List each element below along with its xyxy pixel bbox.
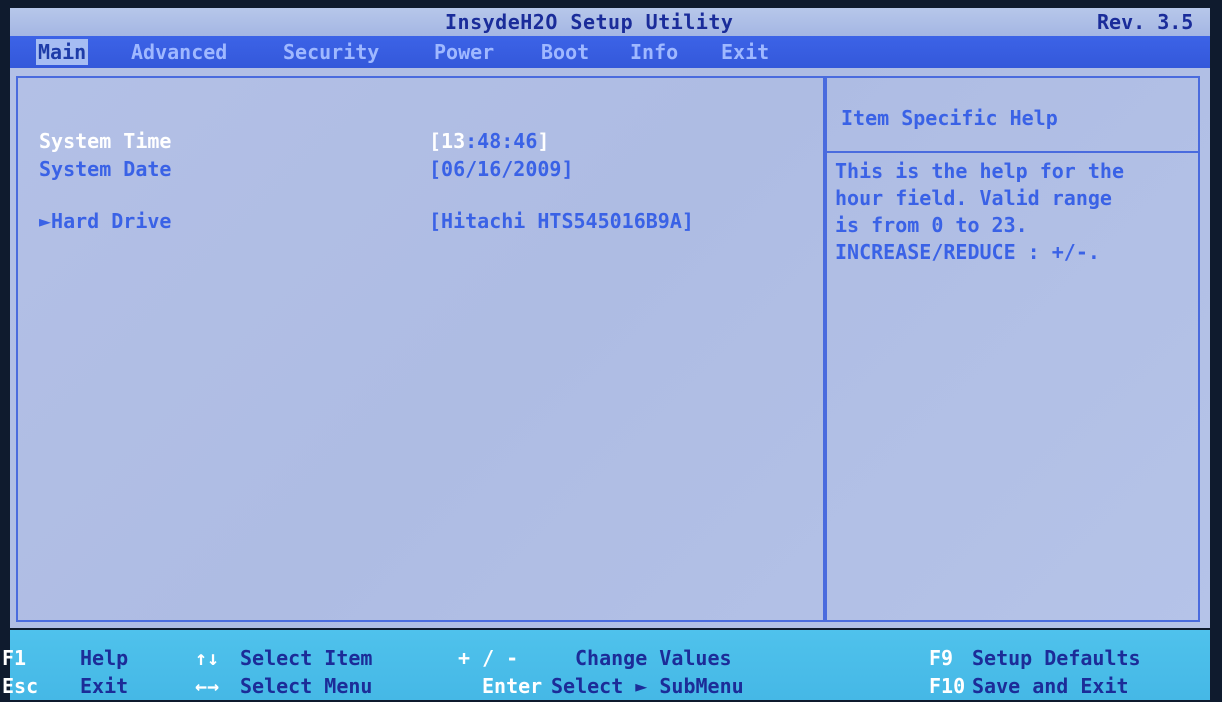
f9-key: F9 [929, 646, 954, 670]
system-time-bracket-open: [ [429, 129, 442, 153]
arrows-left-right-icon: ←→ [195, 674, 220, 698]
system-time-label[interactable]: System Time [39, 129, 171, 153]
system-time-bracket-close: ] [537, 129, 550, 153]
tab-info[interactable]: Info [630, 39, 678, 65]
help-key-desc: Help [80, 646, 129, 670]
help-panel: Item Specific Help This is the help for … [825, 76, 1200, 622]
system-date-value[interactable]: [06/16/2009] [429, 157, 574, 181]
f1-key: F1 [2, 646, 27, 670]
exit-key-desc: Exit [80, 674, 129, 698]
app-title: InsydeH2O Setup Utility [445, 10, 734, 34]
main-area: System Time [13:48:46] System Date [06/1… [10, 68, 1210, 628]
footer-keys: F1 Help Esc Exit ↑↓ Select Item ←→ Selec… [2, 630, 1210, 700]
arrows-up-down-icon: ↑↓ [195, 646, 220, 670]
enter-key: Enter [482, 674, 543, 698]
select-item-desc: Select Item [240, 646, 373, 670]
revision-label: Rev. 3.5 [1097, 10, 1194, 34]
tab-boot[interactable]: Boot [541, 39, 589, 65]
setup-defaults-desc: Setup Defaults [972, 646, 1141, 670]
settings-panel: System Time [13:48:46] System Date [06/1… [16, 76, 825, 622]
tab-security[interactable]: Security [283, 39, 379, 65]
save-exit-desc: Save and Exit [972, 674, 1129, 698]
menu-bar: Main Advanced Security Power Boot Info E… [10, 36, 1210, 68]
hard-drive-value: [Hitachi HTS545016B9A] [429, 209, 694, 233]
plus-minus-key: + / - [458, 646, 519, 670]
tab-power[interactable]: Power [434, 39, 494, 65]
system-time-hour[interactable]: 13 [441, 129, 465, 153]
hard-drive-submenu[interactable]: ►Hard Drive [39, 209, 171, 233]
change-values-desc: Change Values [575, 646, 732, 670]
help-divider [827, 151, 1198, 153]
help-title: Item Specific Help [841, 106, 1058, 130]
tab-exit[interactable]: Exit [721, 39, 769, 65]
f10-key: F10 [929, 674, 966, 698]
tab-main[interactable]: Main [36, 39, 89, 65]
select-menu-desc: Select Menu [240, 674, 373, 698]
system-time-value[interactable]: [13:48:46] [429, 129, 549, 153]
submenu-desc: Select ► SubMenu [551, 674, 744, 698]
title-bar: InsydeH2O Setup Utility Rev. 3.5 [10, 8, 1210, 36]
tab-advanced[interactable]: Advanced [131, 39, 227, 65]
esc-key: Esc [2, 674, 39, 698]
help-text: This is the help for the hour field. Val… [835, 159, 1124, 264]
system-date-label[interactable]: System Date [39, 157, 171, 181]
system-time-min-sec[interactable]: :48:46 [465, 129, 537, 153]
